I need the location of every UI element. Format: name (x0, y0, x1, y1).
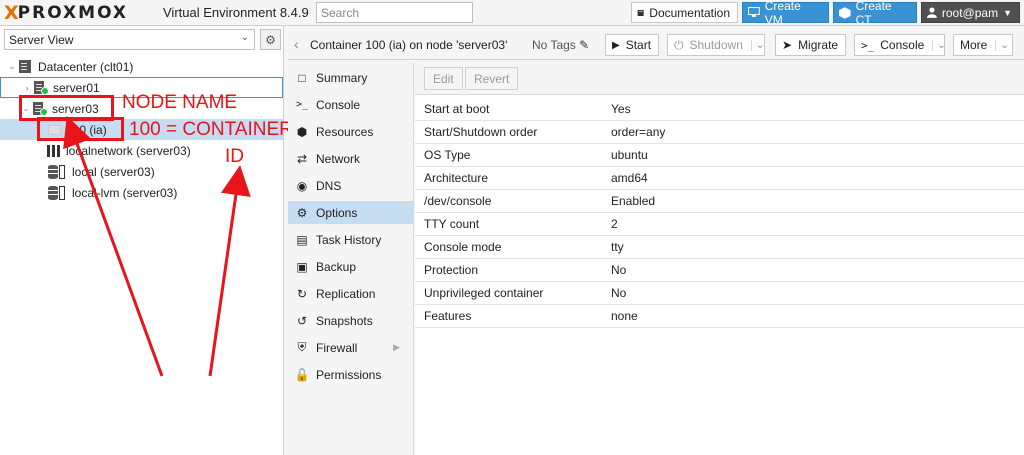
chevron-down-icon[interactable]: ⌄ (995, 39, 1009, 51)
option-row-unprivileged-container[interactable]: Unprivileged container No (415, 282, 1024, 305)
option-row-features[interactable]: Features none (415, 305, 1024, 328)
book-icon: □ (298, 70, 306, 85)
option-key: Protection (424, 263, 479, 277)
menu-item-options[interactable]: ⚙ Options (288, 201, 414, 224)
migrate-button[interactable]: ➤ Migrate (775, 34, 846, 56)
option-value: none (611, 309, 638, 323)
arrow-to-id-label (208, 165, 251, 377)
menu-item-label: Replication (316, 286, 376, 301)
option-key: Console mode (424, 240, 502, 254)
gear-icon: ⚙ (296, 205, 308, 220)
terminal-icon: >_ (861, 38, 875, 52)
globe-icon: ◉ (296, 178, 308, 193)
menu-item-label: Console (316, 97, 361, 112)
shutdown-button[interactable]: ⏻ Shutdown ⌄ (667, 34, 765, 56)
menu-item-label: Backup (316, 259, 357, 274)
content-header: ‹ Container 100 (ia) on node 'server03' … (288, 30, 1024, 60)
revert-button[interactable]: Revert (465, 67, 519, 90)
no-tags-label: No Tags (532, 38, 576, 52)
power-icon: ⏻ (674, 37, 684, 52)
option-value: Enabled (611, 194, 656, 208)
menu-item-snapshots[interactable]: ↺ Snapshots (288, 309, 414, 332)
option-value: Yes (611, 102, 631, 116)
send-icon: ➤ (782, 38, 793, 52)
option-key: Architecture (424, 171, 489, 185)
option-key: Unprivileged container (424, 286, 544, 300)
chevron-down-icon[interactable]: ⌄ (750, 39, 764, 51)
option-row-start-shutdown-order[interactable]: Start/Shutdown order order=any (415, 121, 1024, 144)
shutdown-label: Shutdown (689, 38, 743, 52)
container-menu: □ Summary >_ Console ⬢ Resources ⇄ Netwo… (288, 63, 414, 455)
cube-icon: ⬢ (296, 124, 308, 139)
menu-item-label: Network (316, 151, 361, 166)
edit-label: Edit (433, 71, 454, 86)
menu-item-dns[interactable]: ◉ DNS (288, 174, 414, 197)
option-key: OS Type (424, 148, 471, 162)
menu-item-label: Task History (316, 232, 382, 247)
menu-item-label: Permissions (316, 367, 382, 382)
tags-editor[interactable]: No Tags ✎ (532, 38, 589, 52)
option-key: Start/Shutdown order (424, 125, 538, 139)
start-button[interactable]: ▶ Start (605, 34, 659, 56)
menu-item-firewall[interactable]: ⛨ Firewall ▶ (288, 336, 414, 359)
menu-item-label: Options (316, 205, 358, 220)
option-value: amd64 (611, 171, 648, 185)
menu-item-resources[interactable]: ⬢ Resources (288, 120, 414, 143)
terminal-icon: >_ (295, 99, 309, 110)
retweet-icon: ↻ (296, 286, 308, 301)
option-value: 2 (611, 217, 618, 231)
menu-item-console[interactable]: >_ Console (288, 93, 414, 116)
options-panel: Edit Revert Start at boot Yes Start/Shut… (415, 63, 1024, 455)
menu-item-label: DNS (316, 178, 342, 193)
option-row-console-mode[interactable]: Console mode tty (415, 236, 1024, 259)
unlock-icon: 🔓 (294, 367, 310, 382)
option-row-architecture[interactable]: Architecture amd64 (415, 167, 1024, 190)
migrate-label: Migrate (798, 38, 839, 52)
console-button[interactable]: >_ Console ⌄ (854, 34, 946, 56)
edit-button[interactable]: Edit (424, 67, 463, 90)
start-label: Start (625, 38, 652, 52)
option-row-os-type[interactable]: OS Type ubuntu (415, 144, 1024, 167)
menu-item-task-history[interactable]: ▤ Task History (288, 228, 414, 251)
more-label: More (960, 38, 988, 52)
menu-item-backup[interactable]: ▣ Backup (288, 255, 414, 278)
chevron-down-icon[interactable]: ⌄ (932, 39, 946, 51)
container-title: Container 100 (ia) on node 'server03' (310, 38, 508, 52)
options-toolbar: Edit Revert (415, 63, 1024, 95)
list-icon: ▤ (296, 232, 308, 247)
menu-item-label: Firewall (316, 340, 358, 355)
menu-item-label: Summary (316, 70, 368, 85)
history-icon: ↺ (296, 313, 308, 328)
floppy-icon: ▣ (296, 259, 308, 274)
option-value: No (611, 286, 627, 300)
exchange-icon: ⇄ (296, 151, 308, 166)
option-row-tty-count[interactable]: TTY count 2 (415, 213, 1024, 236)
menu-item-label: Resources (316, 124, 374, 139)
option-value: No (611, 263, 627, 277)
option-key: Start at boot (424, 102, 490, 116)
chevron-left-icon[interactable]: ‹ (294, 36, 299, 52)
menu-item-network[interactable]: ⇄ Network (288, 147, 414, 170)
pencil-icon[interactable]: ✎ (579, 38, 589, 52)
option-row-protection[interactable]: Protection No (415, 259, 1024, 282)
option-key: TTY count (424, 217, 480, 231)
option-value: order=any (611, 125, 666, 139)
menu-item-permissions[interactable]: 🔓 Permissions (288, 363, 414, 386)
arrow-to-container-id (63, 115, 164, 377)
chevron-right-icon: ▶ (393, 342, 400, 352)
menu-item-label: Snapshots (316, 313, 373, 328)
option-key: Features (424, 309, 472, 323)
more-button[interactable]: More ⌄ (953, 34, 1013, 56)
shield-icon: ⛨ (297, 340, 307, 354)
option-key: /dev/console (424, 194, 492, 208)
play-icon: ▶ (612, 39, 620, 51)
console-label: Console (880, 38, 925, 52)
option-row-dev-console[interactable]: /dev/console Enabled (415, 190, 1024, 213)
option-row-start-at-boot[interactable]: Start at boot Yes (415, 98, 1024, 121)
menu-item-replication[interactable]: ↻ Replication (288, 282, 414, 305)
revert-label: Revert (474, 71, 510, 86)
option-value: ubuntu (611, 148, 648, 162)
option-value: tty (611, 240, 624, 254)
menu-item-summary[interactable]: □ Summary (288, 66, 414, 89)
